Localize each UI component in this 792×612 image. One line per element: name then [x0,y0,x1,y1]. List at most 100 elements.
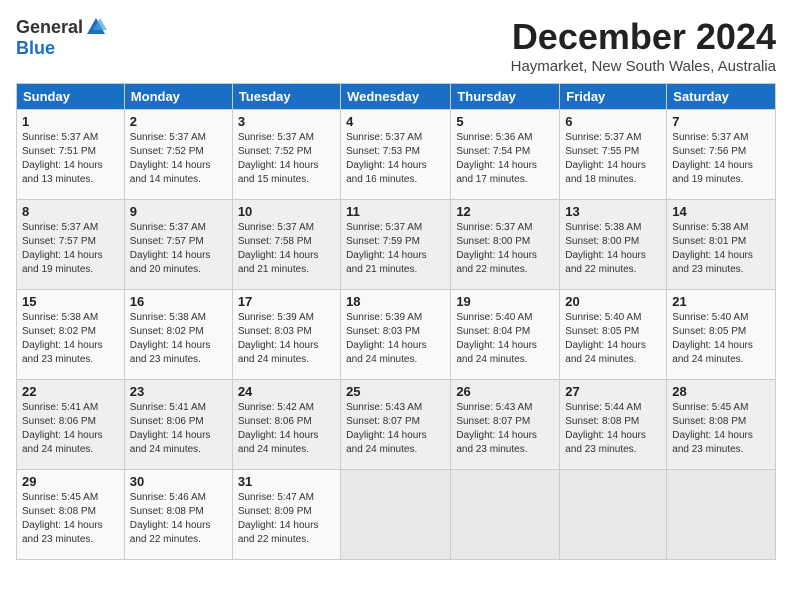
day-number: 6 [565,114,661,129]
day-info: Sunrise: 5:39 AM Sunset: 8:03 PM Dayligh… [238,311,335,367]
day-info: Sunrise: 5:39 AM Sunset: 8:03 PM Dayligh… [346,311,445,367]
day-number: 12 [456,204,554,219]
title-area: December 2024 Haymarket, New South Wales… [511,16,776,75]
day-info: Sunrise: 5:37 AM Sunset: 7:53 PM Dayligh… [346,131,445,187]
day-number: 15 [22,294,119,309]
calendar-cell: 4Sunrise: 5:37 AM Sunset: 7:53 PM Daylig… [341,110,451,200]
day-info: Sunrise: 5:41 AM Sunset: 8:06 PM Dayligh… [22,401,119,457]
day-info: Sunrise: 5:38 AM Sunset: 8:02 PM Dayligh… [22,311,119,367]
calendar-cell [560,470,667,560]
day-number: 10 [238,204,335,219]
day-info: Sunrise: 5:44 AM Sunset: 8:08 PM Dayligh… [565,401,661,457]
day-info: Sunrise: 5:37 AM Sunset: 7:55 PM Dayligh… [565,131,661,187]
day-info: Sunrise: 5:37 AM Sunset: 7:52 PM Dayligh… [238,131,335,187]
logo-blue: Blue [16,38,55,59]
day-number: 14 [672,204,770,219]
calendar-cell: 2Sunrise: 5:37 AM Sunset: 7:52 PM Daylig… [124,110,232,200]
calendar-cell: 20 Sunrise: 5:40 AM Sunset: 8:05 PM Dayli… [560,290,667,380]
day-number: 8 [22,204,119,219]
calendar-cell: 1 Sunrise: 5:37 AM Sunset: 7:51 PM Daylig… [17,110,125,200]
calendar-cell: 24 Sunrise: 5:42 AM Sunset: 8:06 PM Dayli… [232,380,340,470]
calendar-cell: 19 Sunrise: 5:40 AM Sunset: 8:04 PM Dayli… [451,290,560,380]
day-number: 2 [130,114,227,129]
day-info: Sunrise: 5:45 AM Sunset: 8:08 PM Dayligh… [22,491,119,547]
day-number: 29 [22,474,119,489]
calendar-cell: 16 Sunrise: 5:38 AM Sunset: 8:02 PM Dayli… [124,290,232,380]
day-info: Sunrise: 5:37 AM Sunset: 7:51 PM Dayligh… [22,131,119,187]
logo-icon [85,16,107,38]
calendar-cell: 22 Sunrise: 5:41 AM Sunset: 8:06 PM Dayli… [17,380,125,470]
day-info: Sunrise: 5:37 AM Sunset: 7:57 PM Dayligh… [130,221,227,277]
day-info: Sunrise: 5:43 AM Sunset: 8:07 PM Dayligh… [346,401,445,457]
day-info: Sunrise: 5:37 AM Sunset: 7:58 PM Dayligh… [238,221,335,277]
day-info: Sunrise: 5:45 AM Sunset: 8:08 PM Dayligh… [672,401,770,457]
day-number: 11 [346,204,445,219]
calendar-week-1: 1 Sunrise: 5:37 AM Sunset: 7:51 PM Daylig… [17,110,776,200]
day-number: 20 [565,294,661,309]
calendar-cell: 26Sunrise: 5:43 AM Sunset: 8:07 PM Dayli… [451,380,560,470]
header-row: Sunday Monday Tuesday Wednesday Thursday… [17,84,776,110]
day-info: Sunrise: 5:37 AM Sunset: 7:57 PM Dayligh… [22,221,119,277]
calendar-cell: 10 Sunrise: 5:37 AM Sunset: 7:58 PM Dayli… [232,200,340,290]
day-number: 19 [456,294,554,309]
day-info: Sunrise: 5:40 AM Sunset: 8:04 PM Dayligh… [456,311,554,367]
calendar-cell: 8 Sunrise: 5:37 AM Sunset: 7:57 PM Daylig… [17,200,125,290]
logo: General Blue [16,16,107,59]
day-number: 27 [565,384,661,399]
calendar-cell: 9 Sunrise: 5:37 AM Sunset: 7:57 PM Daylig… [124,200,232,290]
calendar-cell: 6 Sunrise: 5:37 AM Sunset: 7:55 PM Daylig… [560,110,667,200]
day-info: Sunrise: 5:36 AM Sunset: 7:54 PM Dayligh… [456,131,554,187]
calendar-cell: 23 Sunrise: 5:41 AM Sunset: 8:06 PM Dayli… [124,380,232,470]
logo-general: General [16,17,83,38]
calendar-cell [451,470,560,560]
day-info: Sunrise: 5:46 AM Sunset: 8:08 PM Dayligh… [130,491,227,547]
calendar-table: Sunday Monday Tuesday Wednesday Thursday… [16,83,776,560]
day-number: 23 [130,384,227,399]
col-thursday: Thursday [451,84,560,110]
day-info: Sunrise: 5:47 AM Sunset: 8:09 PM Dayligh… [238,491,335,547]
calendar-cell: 30 Sunrise: 5:46 AM Sunset: 8:08 PM Dayli… [124,470,232,560]
day-number: 9 [130,204,227,219]
calendar-cell: 28 Sunrise: 5:45 AM Sunset: 8:08 PM Dayli… [667,380,776,470]
calendar-cell: 14 Sunrise: 5:38 AM Sunset: 8:01 PM Dayli… [667,200,776,290]
calendar-cell: 17 Sunrise: 5:39 AM Sunset: 8:03 PM Dayli… [232,290,340,380]
day-info: Sunrise: 5:42 AM Sunset: 8:06 PM Dayligh… [238,401,335,457]
day-number: 16 [130,294,227,309]
day-info: Sunrise: 5:38 AM Sunset: 8:01 PM Dayligh… [672,221,770,277]
day-number: 22 [22,384,119,399]
day-info: Sunrise: 5:37 AM Sunset: 7:56 PM Dayligh… [672,131,770,187]
calendar-week-5: 29 Sunrise: 5:45 AM Sunset: 8:08 PM Dayli… [17,470,776,560]
calendar-cell: 18 Sunrise: 5:39 AM Sunset: 8:03 PM Dayli… [341,290,451,380]
day-info: Sunrise: 5:43 AM Sunset: 8:07 PM Dayligh… [456,401,554,457]
calendar-cell: 31Sunrise: 5:47 AM Sunset: 8:09 PM Dayli… [232,470,340,560]
calendar-cell: 27 Sunrise: 5:44 AM Sunset: 8:08 PM Dayli… [560,380,667,470]
calendar-cell: 7Sunrise: 5:37 AM Sunset: 7:56 PM Daylig… [667,110,776,200]
calendar-cell [667,470,776,560]
calendar-title: December 2024 [511,16,776,58]
calendar-cell: 15 Sunrise: 5:38 AM Sunset: 8:02 PM Dayli… [17,290,125,380]
col-friday: Friday [560,84,667,110]
day-number: 28 [672,384,770,399]
calendar-subtitle: Haymarket, New South Wales, Australia [511,58,776,75]
col-saturday: Saturday [667,84,776,110]
day-number: 24 [238,384,335,399]
calendar-cell: 21Sunrise: 5:40 AM Sunset: 8:05 PM Dayli… [667,290,776,380]
calendar-week-3: 15 Sunrise: 5:38 AM Sunset: 8:02 PM Dayli… [17,290,776,380]
day-info: Sunrise: 5:41 AM Sunset: 8:06 PM Dayligh… [130,401,227,457]
day-info: Sunrise: 5:40 AM Sunset: 8:05 PM Dayligh… [565,311,661,367]
day-number: 18 [346,294,445,309]
day-info: Sunrise: 5:37 AM Sunset: 8:00 PM Dayligh… [456,221,554,277]
day-number: 25 [346,384,445,399]
col-tuesday: Tuesday [232,84,340,110]
col-wednesday: Wednesday [341,84,451,110]
calendar-cell: 3Sunrise: 5:37 AM Sunset: 7:52 PM Daylig… [232,110,340,200]
calendar-cell: 5Sunrise: 5:36 AM Sunset: 7:54 PM Daylig… [451,110,560,200]
col-sunday: Sunday [17,84,125,110]
day-info: Sunrise: 5:40 AM Sunset: 8:05 PM Dayligh… [672,311,770,367]
day-info: Sunrise: 5:38 AM Sunset: 8:02 PM Dayligh… [130,311,227,367]
day-number: 1 [22,114,119,129]
day-number: 17 [238,294,335,309]
calendar-cell: 11Sunrise: 5:37 AM Sunset: 7:59 PM Dayli… [341,200,451,290]
day-number: 13 [565,204,661,219]
day-number: 30 [130,474,227,489]
